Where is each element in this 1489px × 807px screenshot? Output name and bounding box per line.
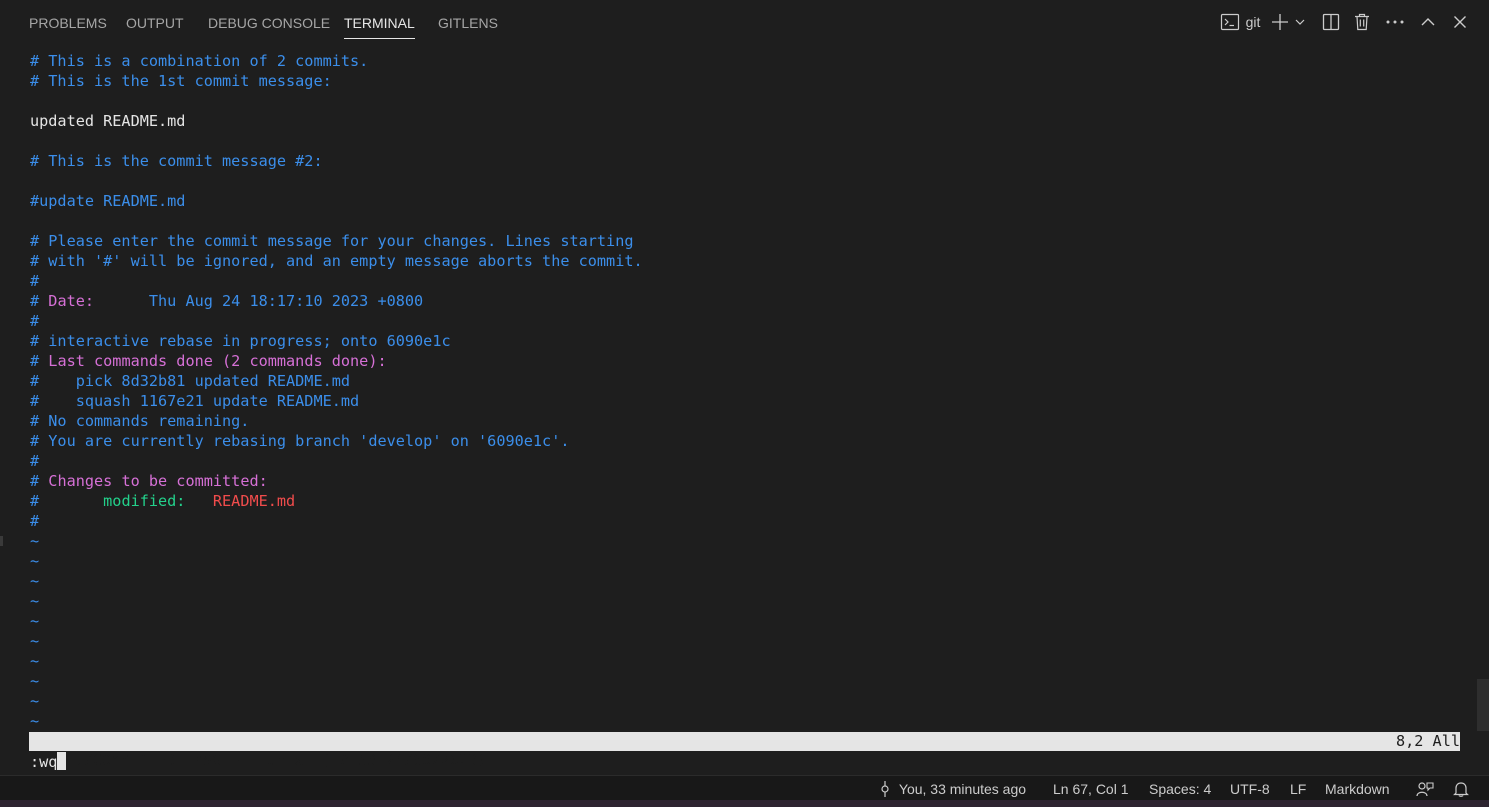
feedback-button[interactable] bbox=[1416, 779, 1434, 799]
kill-terminal-button[interactable] bbox=[1352, 10, 1372, 34]
git-blame-item[interactable]: You, 33 minutes ago bbox=[879, 779, 1026, 799]
panel-tab-bar: PROBLEMS OUTPUT DEBUG CONSOLE TERMINAL G… bbox=[0, 0, 1489, 44]
git-commit-icon bbox=[879, 781, 891, 802]
terminal-scrollbar[interactable] bbox=[1477, 679, 1489, 731]
git-blame-text: You, 33 minutes ago bbox=[898, 781, 1027, 797]
date-value: Thu Aug 24 18:17:10 2023 +0800 bbox=[94, 292, 424, 310]
terminal-line: # No commands remaining. bbox=[30, 412, 250, 430]
more-actions-button[interactable] bbox=[1384, 10, 1406, 34]
terminal-output[interactable]: # This is a combination of 2 commits. # … bbox=[30, 51, 1470, 731]
vim-command: :wq bbox=[30, 753, 58, 771]
vim-status-line: .git/COMMIT_EDITMSG[+] [unix] (18:53 24/… bbox=[29, 732, 1460, 769]
vim-cursor-position: 8,2 All bbox=[1395, 732, 1460, 750]
maximize-panel-button[interactable] bbox=[1418, 10, 1438, 34]
modified-label: modified: bbox=[103, 492, 186, 510]
trash-icon bbox=[1354, 13, 1370, 31]
cursor-position[interactable]: Ln 67, Col 1 bbox=[1053, 779, 1129, 799]
split-icon bbox=[1322, 13, 1340, 31]
tilde-line: ~ bbox=[30, 692, 40, 710]
terminal-line: # Please enter the commit message for yo… bbox=[30, 232, 634, 250]
close-panel-button[interactable] bbox=[1450, 10, 1470, 34]
vim-file-info: .git/COMMIT_EDITMSG[+] [unix] (18:53 24/… bbox=[47, 751, 487, 769]
bell-icon bbox=[1453, 781, 1469, 802]
terminal-line: # bbox=[30, 512, 40, 530]
terminal-line: # interactive rebase in progress; onto 6… bbox=[30, 332, 451, 350]
indentation[interactable]: Spaces: 4 bbox=[1149, 779, 1211, 799]
chevron-up-icon bbox=[1420, 16, 1436, 28]
terminal-line: # squash 1167e21 update README.md bbox=[30, 392, 360, 410]
terminal-line: # This is the 1st commit message: bbox=[30, 72, 332, 90]
date-label: Date: bbox=[48, 292, 95, 310]
modified-file: README.md bbox=[185, 492, 296, 510]
terminal-line: # with '#' will be ignored, and an empty… bbox=[30, 252, 643, 270]
feedback-icon bbox=[1416, 781, 1434, 802]
close-icon bbox=[1453, 15, 1467, 29]
notifications-button[interactable] bbox=[1453, 779, 1469, 799]
end-of-line[interactable]: LF bbox=[1290, 779, 1306, 799]
plus-icon bbox=[1271, 13, 1289, 31]
tilde-line: ~ bbox=[30, 672, 40, 690]
terminal-line: # Last commands done (2 commands done): bbox=[30, 352, 387, 370]
vim-command-line[interactable]: :wq bbox=[30, 752, 67, 772]
terminal-line: #update README.md bbox=[30, 192, 186, 210]
terminal-line: updated README.md bbox=[30, 112, 186, 130]
encoding[interactable]: UTF-8 bbox=[1230, 779, 1270, 799]
tilde-line: ~ bbox=[30, 632, 40, 650]
tilde-line: ~ bbox=[30, 552, 40, 570]
terminal-line: # This is a combination of 2 commits. bbox=[30, 52, 369, 70]
terminal-line: # Date: Thu Aug 24 18:17:10 2023 +0800 bbox=[30, 292, 424, 310]
changes-heading: Changes to be committed: bbox=[48, 472, 268, 490]
status-bar: You, 33 minutes ago Ln 67, Col 1 Spaces:… bbox=[0, 775, 1489, 801]
terminal-line: # bbox=[30, 452, 40, 470]
tilde-line: ~ bbox=[30, 592, 40, 610]
terminal-line: # bbox=[30, 272, 40, 290]
tilde-line: ~ bbox=[30, 572, 40, 590]
tilde-line: ~ bbox=[30, 652, 40, 670]
new-terminal-button[interactable] bbox=[1270, 10, 1290, 34]
language-mode[interactable]: Markdown bbox=[1325, 779, 1390, 799]
terminal-line: # pick 8d32b81 updated README.md bbox=[30, 372, 351, 390]
chevron-down-icon bbox=[1294, 16, 1306, 28]
ellipsis-icon bbox=[1385, 19, 1405, 25]
gutter-marker bbox=[0, 536, 3, 546]
terminal-line: # bbox=[30, 312, 40, 330]
terminal-line: # You are currently rebasing branch 'dev… bbox=[30, 432, 570, 450]
text-cursor bbox=[57, 752, 67, 770]
terminal-selector[interactable]: git bbox=[1216, 10, 1264, 34]
terminal-line: # Changes to be committed: bbox=[30, 472, 268, 490]
last-commands-heading: Last commands done (2 commands done): bbox=[48, 352, 387, 370]
launch-profile-button[interactable] bbox=[1293, 10, 1307, 34]
terminal-icon bbox=[1220, 13, 1240, 31]
terminal-line: # modified: README.md bbox=[30, 492, 296, 510]
terminal-line: # This is the commit message #2: bbox=[30, 152, 323, 170]
tilde-line: ~ bbox=[30, 612, 40, 630]
split-terminal-button[interactable] bbox=[1320, 10, 1342, 34]
tilde-line: ~ bbox=[30, 712, 40, 730]
tilde-line: ~ bbox=[30, 532, 40, 550]
window-bottom-edge bbox=[0, 800, 1489, 807]
terminal-name: git bbox=[1245, 14, 1261, 30]
